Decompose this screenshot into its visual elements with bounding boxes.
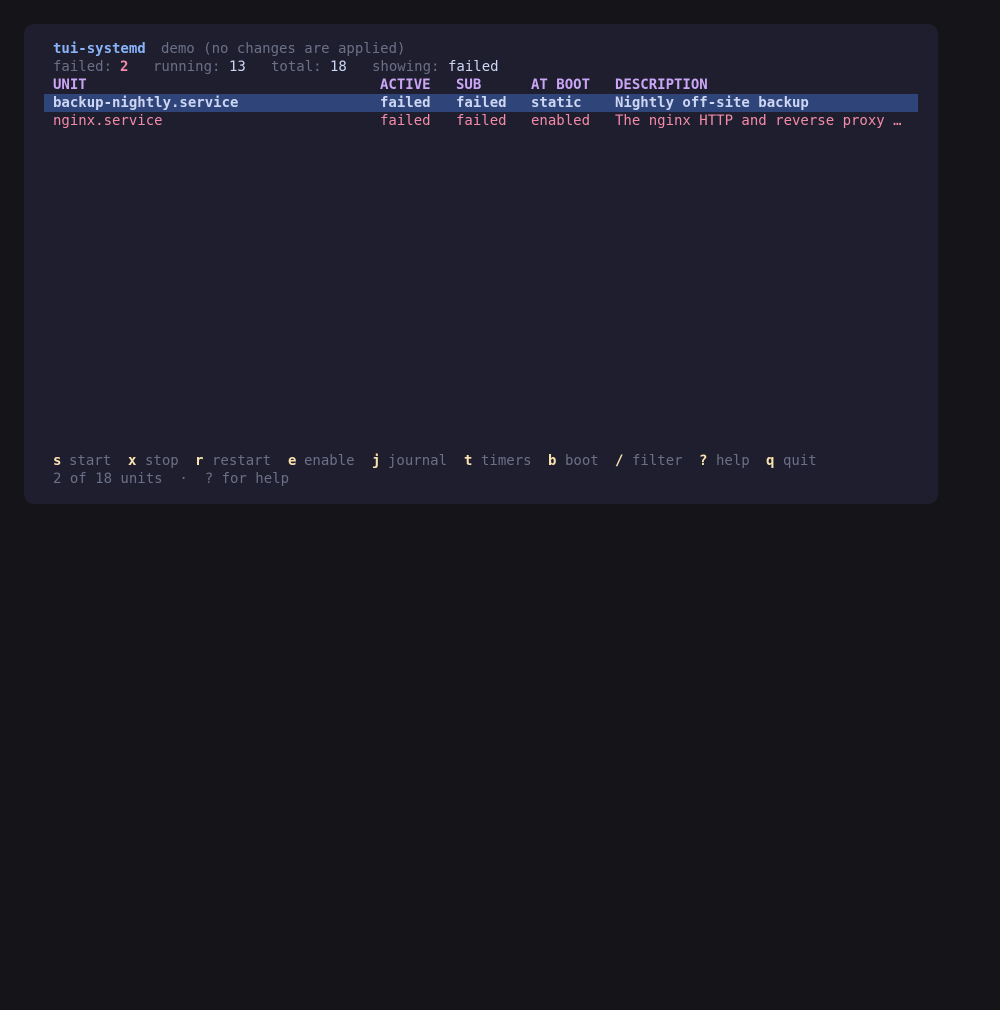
unit-description: Nightly off-site backup [615,95,809,111]
table-row[interactable]: nginx.service failed failed enabled The … [24,112,938,130]
keybar-label-quit: quit [783,453,817,469]
key-journal[interactable]: j [372,452,380,470]
unit-name: nginx.service [53,113,163,129]
boot-state: static [531,95,582,111]
key-enable[interactable]: e [288,452,296,470]
column-header-active: ACTIVE [380,77,431,93]
stats-line: failed: 2 running: 13 total: 18 showing:… [24,58,938,76]
status-line: 2 of 18 units · ? for help [24,470,938,488]
terminal-window: tui-systemd demo (no changes are applied… [24,24,938,504]
boot-state: enabled [531,113,591,129]
keybar-label-help: help [716,453,750,469]
key-help[interactable]: ? [699,452,707,470]
running-count: 13 [229,59,246,75]
keybar-label-journal: journal [388,453,448,469]
failed-count: 2 [120,59,129,75]
key-boot[interactable]: b [548,452,556,470]
column-header-unit: UNIT [53,77,87,93]
key-quit[interactable]: q [766,452,774,470]
title-line: tui-systemd demo (no changes are applied… [24,40,938,58]
sub-state: failed [456,113,507,129]
failed-count-label: failed: [53,59,113,75]
app-title: tui-systemd [53,41,146,57]
active-state: failed [380,113,431,129]
keybar-label-restart: restart [212,453,272,469]
showing-filter-label: showing: [372,59,440,75]
key-start[interactable]: s [53,452,61,470]
table-row-selected[interactable]: backup-nightly.service failed failed sta… [44,94,918,112]
mode-note: demo (no changes are applied) [161,41,406,57]
key-timers[interactable]: t [464,452,472,470]
total-count: 18 [330,59,347,75]
running-count-label: running: [153,59,221,75]
unit-description: The nginx HTTP and reverse proxy … [615,113,902,129]
column-header-description: DESCRIPTION [615,77,708,93]
key-restart[interactable]: r [195,452,203,470]
keybar: s start x stop r restart e enable j jour… [24,452,938,470]
table-header: UNIT ACTIVE SUB AT BOOT DESCRIPTION [24,76,938,94]
keybar-label-filter: filter [632,453,683,469]
active-state: failed [380,95,431,111]
unit-name: backup-nightly.service [53,95,239,111]
key-filter[interactable]: / [615,452,623,470]
key-stop[interactable]: x [128,452,136,470]
status-text: 2 of 18 units · ? for help [53,471,290,487]
keybar-label-stop: stop [145,453,179,469]
keybar-label-start: start [69,453,112,469]
total-count-label: total: [271,59,322,75]
keybar-label-enable: enable [304,453,355,469]
column-header-sub: SUB [456,77,482,93]
column-header-at-boot: AT BOOT [531,77,591,93]
keybar-label-boot: boot [565,453,599,469]
keybar-label-timers: timers [481,453,532,469]
showing-filter-value: failed [448,59,499,75]
sub-state: failed [456,95,507,111]
